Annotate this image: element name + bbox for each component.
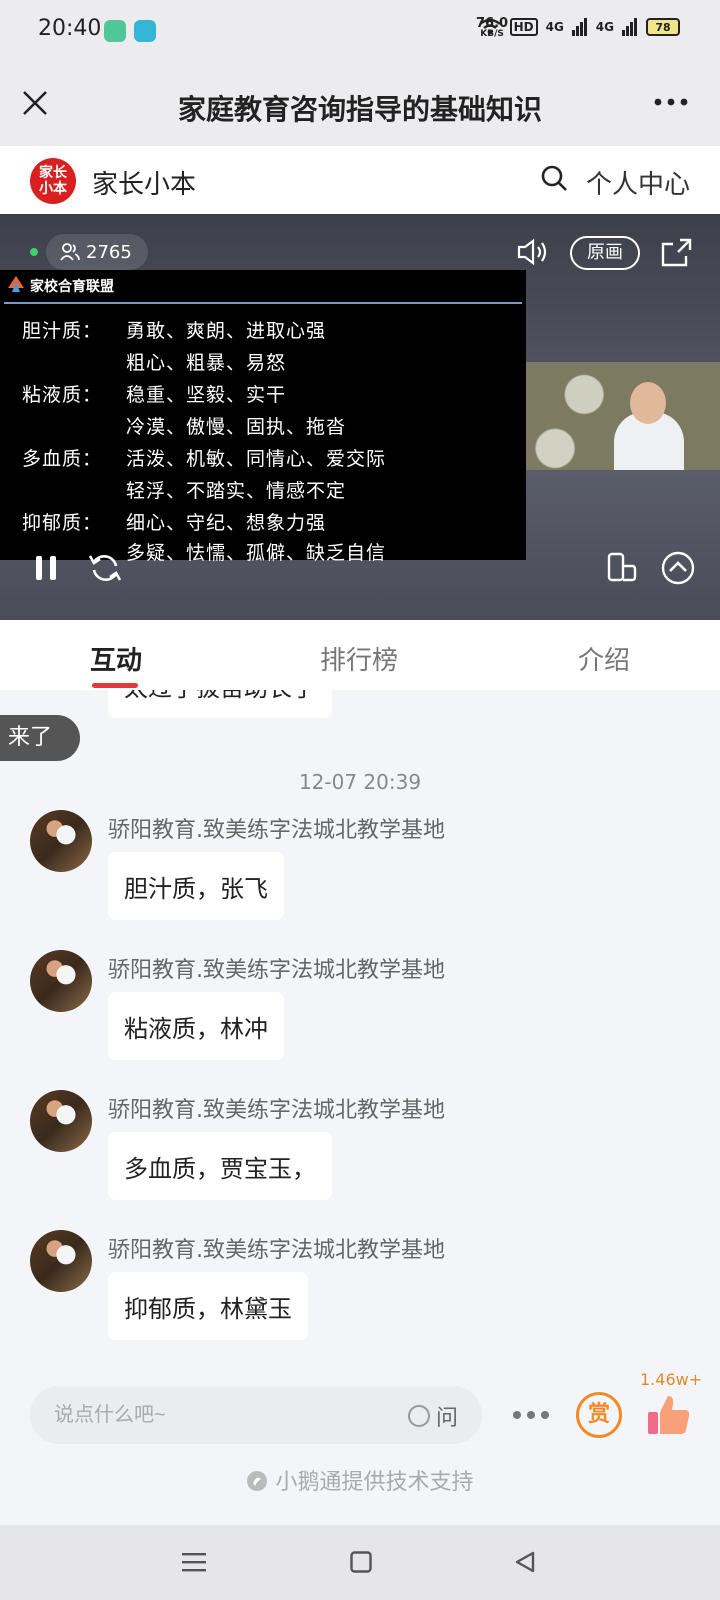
app-notification-icon (104, 20, 126, 42)
xiaoetong-logo-icon (247, 1471, 268, 1491)
chat-bubble: 抑郁质，林黛玉 (108, 1272, 308, 1340)
tab-interaction[interactable]: 互动 (90, 640, 142, 677)
title-bar: 家庭教育咨询指导的基础知识 (0, 62, 720, 146)
slide-row-text: 粗心、粗暴、易怒 (126, 352, 287, 374)
brand-logo-text: 家长小本 (39, 165, 67, 197)
slide-header: 家校合育联盟 (30, 279, 114, 295)
sender-name: 骄阳教育.致美练字法城北教学基地 (108, 1098, 445, 1123)
slide-row-text: 细心、守纪、想象力强 (126, 512, 327, 534)
slide-row-text: 轻浮、不踏实、情感不定 (126, 480, 347, 502)
tab-bar: 互动 排行榜 介绍 (0, 620, 720, 690)
chat-message-text: 多血质，贾宝玉， (124, 1154, 316, 1183)
status-time: 20:40 (38, 16, 102, 41)
slide-row-label: 粘液质： (22, 384, 103, 406)
search-icon[interactable] (540, 164, 568, 192)
slide-row-label: 多血质： (22, 448, 103, 470)
join-toast: 来了 (0, 715, 80, 761)
ask-label: 问 (435, 1406, 458, 1431)
tab-intro[interactable]: 介绍 (578, 640, 630, 677)
tab-ranking[interactable]: 排行榜 (320, 640, 398, 677)
slide-row-text: 多疑、怯懦、孤僻、缺乏自信 (126, 542, 387, 564)
reward-button[interactable]: 赏 (576, 1392, 622, 1438)
menu-nav-icon[interactable] (182, 1551, 206, 1573)
bottom-bar: 问 赏 1.46w+ 小鹅通提供技术支持 (0, 1370, 720, 1525)
brand-bar: 家长小本 家长小本 个人中心 (0, 146, 720, 214)
slide-row-text: 稳重、坚毅、实干 (126, 384, 287, 406)
active-tab-indicator (92, 683, 138, 688)
ask-radio-icon[interactable] (407, 1405, 430, 1427)
slide-row-text: 活泼、机敏、同情心、爱交际 (126, 448, 387, 470)
status-bar: 20:40 76.0 KB/S HD 4G 4G 78 (0, 0, 720, 62)
alliance-logo-icon (8, 276, 24, 292)
home-nav-icon[interactable] (350, 1551, 372, 1573)
like-thumb-icon[interactable] (646, 1392, 692, 1438)
viewer-count: 2765 (86, 241, 132, 263)
chat-list[interactable]: 太过了拔苗助长了 来了 12-07 20:39 骄阳教育.致美练字法城北教学基地… (0, 690, 720, 1370)
chat-message-text: 粘液质，林冲 (124, 1014, 268, 1043)
speaker-camera-feed (526, 362, 720, 470)
user-center-link[interactable]: 个人中心 (586, 164, 690, 201)
page-title: 家庭教育咨询指导的基础知识 (177, 93, 542, 126)
chat-bubble: 多血质，贾宝玉， (108, 1132, 332, 1200)
chat-message-text: 太过了拔苗助长了 (124, 690, 316, 703)
refresh-icon[interactable] (88, 552, 122, 584)
rotate-screen-icon[interactable] (606, 552, 638, 584)
slide-row-label: 抑郁质： (22, 512, 103, 534)
like-count: 1.46w+ (640, 1370, 703, 1389)
avatar[interactable] (30, 1090, 92, 1152)
signal-4g-1: 4G (545, 20, 564, 34)
brand-logo[interactable]: 家长小本 (30, 158, 76, 204)
more-icon[interactable] (654, 98, 688, 106)
more-options-icon[interactable] (512, 1410, 550, 1420)
presentation-slide: 家校合育联盟 胆汁质： 勇敢、爽朗、进取心强 粗心、粗暴、易怒 粘液质： 稳重、… (0, 270, 526, 564)
chat-notification-icon (134, 20, 156, 42)
viewer-count-badge: 2765 (46, 234, 148, 270)
collapse-icon[interactable] (660, 550, 696, 586)
slide-row-label: 胆汁质： (22, 320, 103, 342)
signal-bars-icon-2 (622, 18, 637, 36)
live-dot (30, 248, 38, 256)
signal-bars-icon (571, 18, 587, 36)
chat-timestamp: 12-07 20:39 (298, 770, 422, 794)
powered-by: 小鹅通提供技术支持 (0, 1464, 720, 1496)
system-nav-bar (0, 1525, 720, 1600)
chat-bubble: 粘液质，林冲 (108, 992, 284, 1060)
volume-icon[interactable] (516, 238, 550, 266)
powered-by-text: 小鹅通提供技术支持 (275, 1470, 474, 1495)
pause-icon[interactable] (34, 554, 60, 582)
hd-badge: HD (509, 18, 538, 36)
ask-toggle[interactable]: 问 (407, 1400, 458, 1432)
comment-input-container[interactable]: 问 (30, 1386, 482, 1444)
chat-message-text: 抑郁质，林黛玉 (124, 1294, 292, 1323)
comment-input[interactable] (54, 1400, 354, 1430)
quality-button[interactable]: 原画 (570, 236, 640, 270)
back-nav-icon[interactable] (514, 1551, 536, 1573)
chat-bubble-partial: 太过了拔苗助长了 (108, 690, 332, 718)
live-video-player[interactable]: 2765 原画 家校合育联盟 胆汁质： 勇敢、爽朗、进取心强 粗心、粗暴、易怒 … (0, 214, 720, 620)
wifi-icon (478, 18, 501, 35)
sender-name: 骄阳教育.致美练字法城北教学基地 (108, 1238, 445, 1263)
avatar[interactable] (30, 950, 92, 1012)
brand-name[interactable]: 家长小本 (92, 164, 196, 201)
chat-bubble: 胆汁质，张飞 (108, 852, 284, 920)
avatar[interactable] (30, 1230, 92, 1292)
signal-4g-2: 4G (595, 20, 614, 34)
slide-row-text: 勇敢、爽朗、进取心强 (126, 320, 327, 342)
slide-divider (4, 302, 522, 304)
share-icon[interactable] (660, 236, 694, 268)
chat-message-text: 胆汁质，张飞 (124, 874, 268, 903)
avatar[interactable] (30, 810, 92, 872)
sender-name: 骄阳教育.致美练字法城北教学基地 (108, 818, 445, 843)
sender-name: 骄阳教育.致美练字法城北教学基地 (108, 958, 445, 983)
users-icon (60, 243, 80, 261)
battery-icon: 78 (646, 18, 680, 36)
slide-row-text: 冷漠、傲慢、固执、拖沓 (126, 416, 347, 438)
speaker-head (630, 382, 666, 424)
